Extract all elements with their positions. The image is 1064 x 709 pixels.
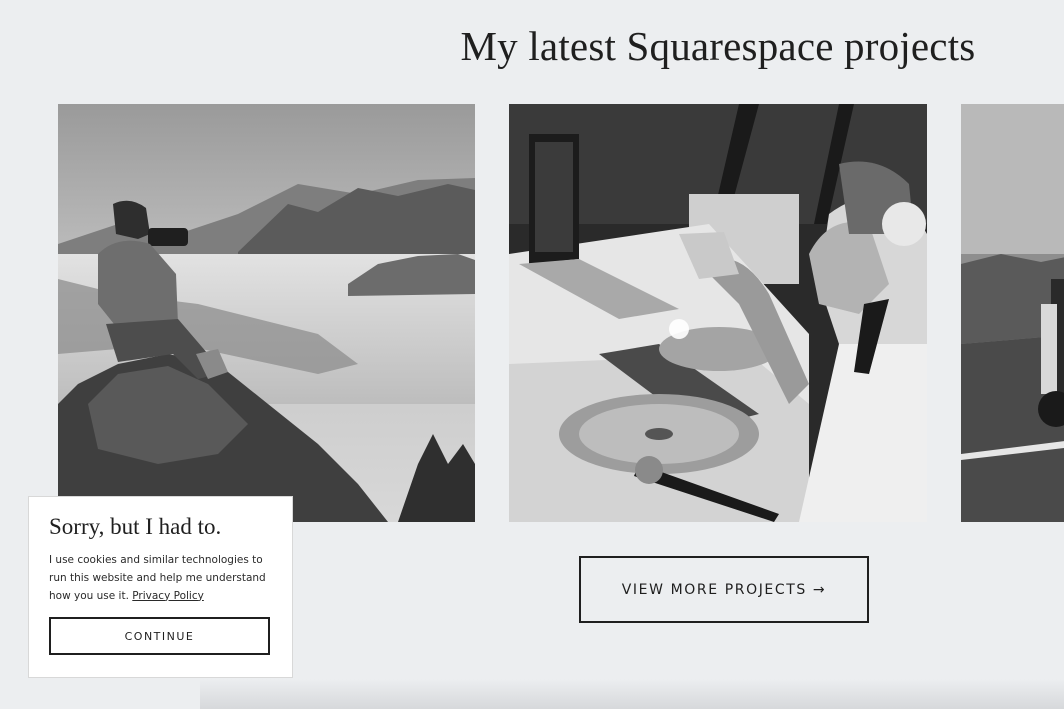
project-image-photographer[interactable]	[58, 104, 475, 522]
view-more-projects-button[interactable]: VIEW MORE PROJECTS →	[579, 556, 869, 623]
project-image-truck[interactable]	[961, 104, 1064, 522]
project-image-dj[interactable]	[509, 104, 927, 522]
page: My latest Squarespace projects VIEW MORE…	[0, 0, 1064, 709]
bottom-shadow	[200, 679, 1064, 709]
project-gallery	[0, 104, 1064, 522]
truck-image	[961, 104, 1064, 522]
cookie-continue-button[interactable]: CONTINUE	[49, 617, 270, 655]
view-more-projects-label: VIEW MORE PROJECTS	[621, 581, 807, 598]
section-title: My latest Squarespace projects	[460, 23, 976, 69]
cookie-banner: Sorry, but I had to. I use cookies and s…	[28, 496, 293, 678]
privacy-policy-link[interactable]: Privacy Policy	[132, 590, 204, 602]
cookie-text: I use cookies and similar technologies t…	[49, 551, 272, 605]
cookie-title: Sorry, but I had to.	[49, 514, 222, 539]
photographer-image	[58, 104, 475, 522]
arrow-right-icon: →	[812, 581, 827, 598]
dj-image	[509, 104, 927, 522]
